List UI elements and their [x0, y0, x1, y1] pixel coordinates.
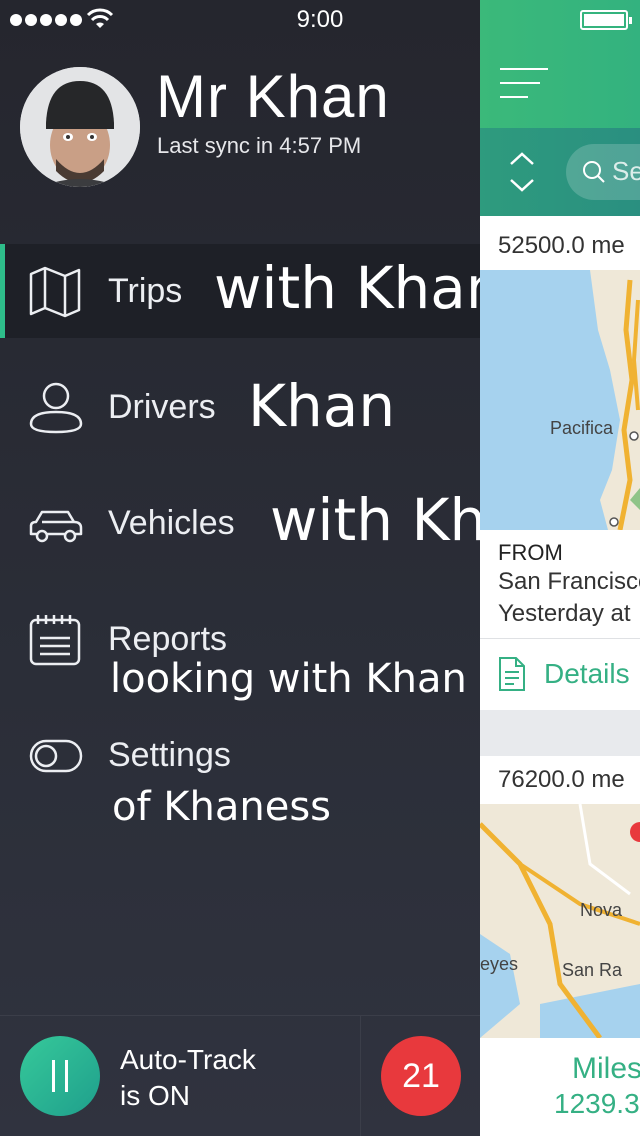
- from-time: Yesterday at: [498, 600, 631, 627]
- miles-label: Miles: [572, 1052, 640, 1085]
- person-icon: [29, 382, 83, 434]
- notification-badge[interactable]: 21: [381, 1036, 461, 1116]
- menu-label-settings: Settings: [108, 736, 231, 774]
- search-icon: [583, 161, 605, 183]
- map-label: Nova: [580, 900, 623, 920]
- from-label: FROM: [498, 540, 563, 565]
- from-place: San Francisco: [498, 568, 640, 595]
- navigation-drawer: Mr Khan Last sync in 4:57 PM Trips with …: [0, 0, 480, 1136]
- autotrack-state: is ON: [120, 1080, 190, 1111]
- autotrack-status: Auto-Track is ON: [120, 1042, 256, 1114]
- divider: [360, 1016, 361, 1136]
- overlay-text-vehicles: with Khan: [270, 486, 480, 554]
- battery-icon: [580, 10, 632, 30]
- map-label: Pacifica: [550, 418, 614, 438]
- car-icon: [29, 510, 83, 543]
- hamburger-menu-icon[interactable]: [500, 68, 548, 110]
- miles-value: 1239.3: [554, 1088, 640, 1119]
- menu-label-vehicles: Vehicles: [108, 504, 235, 542]
- trip-map[interactable]: Pacifica: [480, 270, 640, 530]
- user-name: Mr Khan: [156, 63, 390, 130]
- details-link[interactable]: Details: [544, 658, 630, 690]
- search-input[interactable]: Se: [566, 144, 640, 200]
- overlay-text-trips: with Khan: [214, 254, 480, 322]
- sort-icon[interactable]: [508, 150, 536, 194]
- menu-label-drivers: Drivers: [108, 388, 216, 426]
- map-label: eyes: [480, 954, 519, 974]
- menu-label-reports: Reports: [108, 620, 228, 658]
- calendar-icon: [29, 615, 81, 666]
- search-placeholder: Se: [612, 156, 640, 186]
- divider: [480, 638, 640, 639]
- pause-icon: [52, 1060, 55, 1092]
- pause-icon-bar: [65, 1060, 68, 1092]
- overlay-text-reports: looking with Khan: [110, 656, 467, 702]
- last-sync-text: Last sync in 4:57 PM: [157, 133, 362, 158]
- document-icon: [499, 657, 525, 691]
- avatar[interactable]: [20, 67, 140, 187]
- pause-button[interactable]: [20, 1036, 100, 1116]
- autotrack-label: Auto-Track: [120, 1044, 256, 1075]
- bottom-bar: Auto-Track is ON 21: [0, 1015, 480, 1136]
- overlay-text-settings: of Khaness: [112, 784, 332, 830]
- trip-map[interactable]: Nova eyes San Ra: [480, 804, 640, 1038]
- filter-bar: Se: [480, 128, 640, 216]
- map-icon: [29, 266, 81, 318]
- trip-distance: 52500.0 me: [498, 232, 625, 259]
- trip-card[interactable]: 76200.0 me Nova eyes San Ra: [480, 756, 640, 1038]
- overlay-text-drivers: Khan: [248, 372, 396, 440]
- menu-label-trips: Trips: [108, 272, 183, 310]
- trip-card[interactable]: 52500.0 me Pacifica FROM San Francisco Y…: [480, 216, 640, 710]
- main-header: [480, 0, 640, 128]
- trip-distance: 76200.0 me: [498, 766, 625, 793]
- toggle-icon: [29, 739, 83, 773]
- main-panel[interactable]: Se 52500.0 me Pacifica FROM San Francisc…: [480, 0, 640, 1136]
- map-label: San Ra: [562, 960, 623, 980]
- menu-item-drivers[interactable]: Drivers: [0, 362, 480, 456]
